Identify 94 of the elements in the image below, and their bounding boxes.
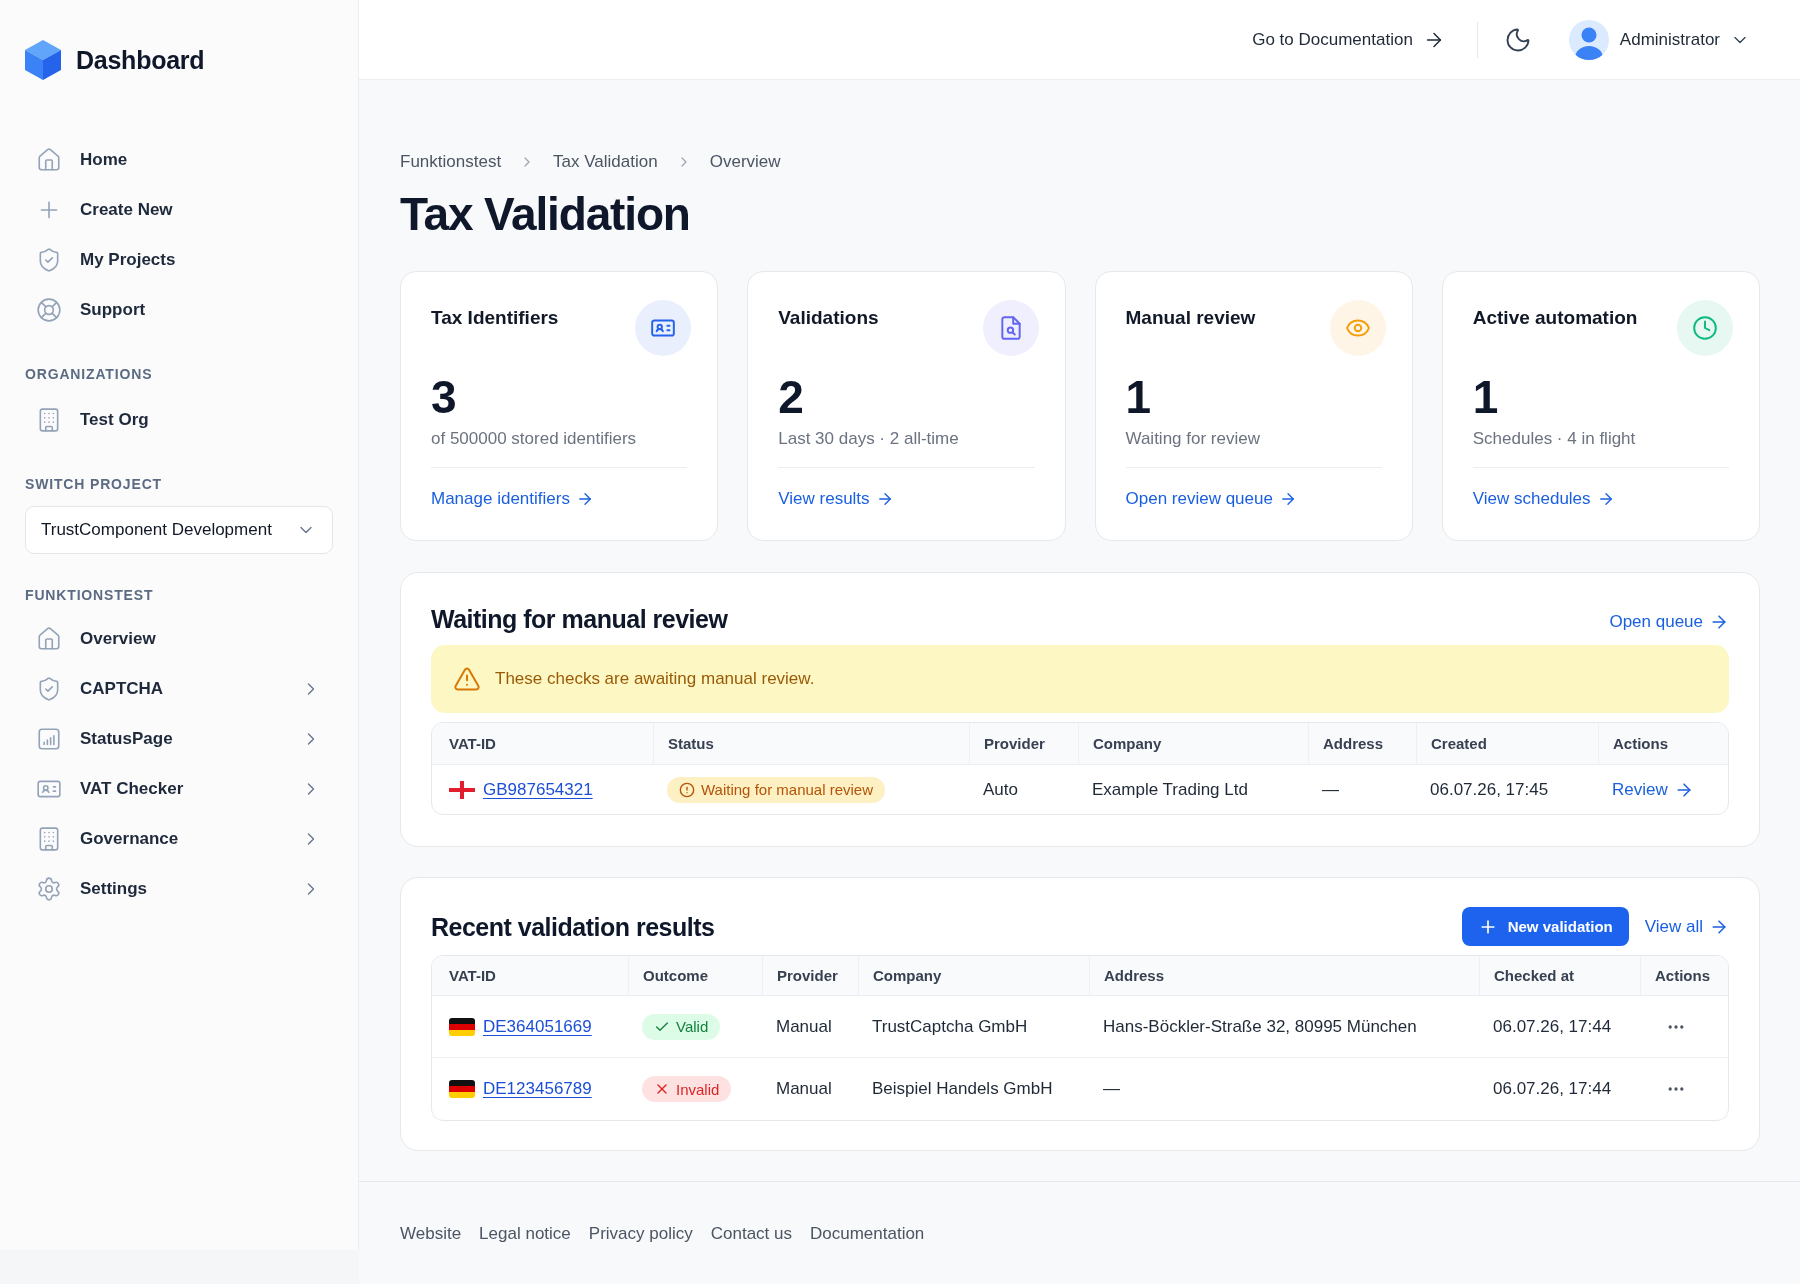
column-header: Company [1078,723,1308,764]
table-cell-text: 06.07.26, 17:44 [1492,1078,1613,1100]
table-cell-text: 06.07.26, 17:45 [1429,778,1550,801]
card-link[interactable]: Manage identifiers [431,487,594,511]
column-header: Actions [1640,956,1728,995]
panel-title: Recent validation results [431,911,715,942]
project-select[interactable]: TrustComponent Development [25,506,333,554]
view-all-link[interactable]: View all [1644,914,1729,939]
column-header: Outcome [628,956,762,995]
nav-item[interactable]: CAPTCHA [25,664,333,714]
nav-item[interactable]: My Projects [25,235,333,285]
alert-circle-icon [679,781,695,798]
table-cell-text: TrustCaptcha GmbH [871,1015,1029,1038]
footer-link[interactable]: Privacy policy [588,1224,693,1244]
status-label: Invalid [676,1080,720,1098]
house-icon [36,147,62,173]
panel-title: Waiting for manual review [431,604,728,634]
cross-flag-icon [449,780,475,799]
nav-item[interactable]: Governance [25,814,333,864]
breadcrumb-link[interactable]: Tax Validation [553,152,658,172]
vat-id-link[interactable]: DE364051669 [483,1016,592,1037]
card-value: 3 [431,374,458,420]
breadcrumb-current: Overview [709,152,781,172]
column-header: Address [1308,723,1416,764]
nav-item[interactable]: VAT Checker [25,764,333,814]
lifebuoy-icon [36,297,62,323]
card-title: Active automation [1472,306,1638,330]
nav-item[interactable]: Create New [25,185,333,235]
brand-name: Dashboard [76,45,205,75]
card-title: Manual review [1125,306,1256,330]
status-label: Waiting for manual review [701,781,873,798]
footer-link[interactable]: Contact us [710,1224,792,1244]
status-label: Valid [676,1018,709,1035]
card-caption: Schedules · 4 in flight [1472,428,1637,450]
column-header: Actions [1598,723,1728,764]
column-header: Provider [762,956,858,995]
column-header: Provider [969,723,1078,764]
section-heading: SWITCH PROJECT [25,475,163,493]
nav-item[interactable]: StatusPage [25,714,333,764]
column-header: Company [858,956,1089,995]
card-link[interactable]: View results [778,487,894,511]
table-cell-text: Example Trading Ltd [1091,778,1249,801]
section-heading: ORGANIZATIONS [25,365,154,383]
nav-item[interactable]: Test Org [25,395,333,445]
breadcrumb-link[interactable]: Funktionstest [400,152,502,172]
table-cell-text: Hans-Böckler-Straße 32, 80995 München [1102,1015,1418,1038]
card-caption: of 500000 stored identifiers [431,428,638,450]
card-value: 2 [778,374,805,420]
open-queue-link[interactable]: Open queue [1609,610,1729,634]
warning-text: These checks are awaiting manual review. [495,669,815,689]
footer-link[interactable]: Website [400,1224,462,1244]
user-menu-button[interactable]: Administrator [1619,29,1750,50]
column-header: VAT-ID [448,734,497,754]
table-cell-text: Beispiel Handels GmbH [871,1078,1054,1100]
cube-icon [25,40,61,80]
vat-id-link[interactable]: DE123456789 [483,1079,592,1099]
nav-item[interactable]: Overview [25,614,333,664]
page-title: Tax Validation [400,188,691,240]
card-title: Validations [778,306,879,330]
section-heading: FUNKTIONSTEST [25,586,155,604]
table-cell-text: — [1321,778,1340,801]
card-caption: Waiting for review [1125,428,1261,450]
card-value: 1 [1472,374,1500,420]
warning-icon [453,665,481,693]
card-link[interactable]: View schedules [1472,487,1615,511]
table-cell-text: — [1102,1078,1121,1100]
column-header: Created [1416,723,1598,764]
striped-flag-icon [449,1080,475,1098]
avatar-icon [1568,19,1609,60]
settings-icon [36,876,62,902]
nav-item[interactable]: Settings [25,864,333,914]
table-cell-text: Manual [775,1015,833,1038]
striped-flag-icon [449,1017,475,1036]
new-validation-button[interactable]: New validation [1461,907,1629,946]
footer-link[interactable]: Legal notice [479,1224,571,1244]
vat-id-link[interactable]: GB987654321 [483,779,593,800]
table-cell-text: Auto [982,778,1019,801]
footer-link[interactable]: Documentation [810,1224,925,1244]
card-title: Tax Identifiers [431,306,559,330]
table-cell-text: Manual [775,1078,833,1100]
bar-chart-icon [36,726,62,752]
card-link[interactable]: Open review queue [1125,487,1297,511]
nav-item[interactable]: Home [25,135,333,185]
table-cell-text: 06.07.26, 17:44 [1492,1015,1613,1038]
docs-link[interactable]: Go to Documentation [1252,28,1445,51]
column-header: Status [653,723,969,764]
house-icon [36,626,62,652]
column-header: Checked at [1479,956,1640,995]
card-caption: Last 30 days · 2 all-time [778,428,960,450]
column-header: Address [1089,956,1479,995]
nav-item[interactable]: Support [25,285,333,335]
review-link[interactable]: Review [1612,777,1694,802]
column-header: VAT-ID [448,966,497,986]
card-value: 1 [1125,374,1153,420]
